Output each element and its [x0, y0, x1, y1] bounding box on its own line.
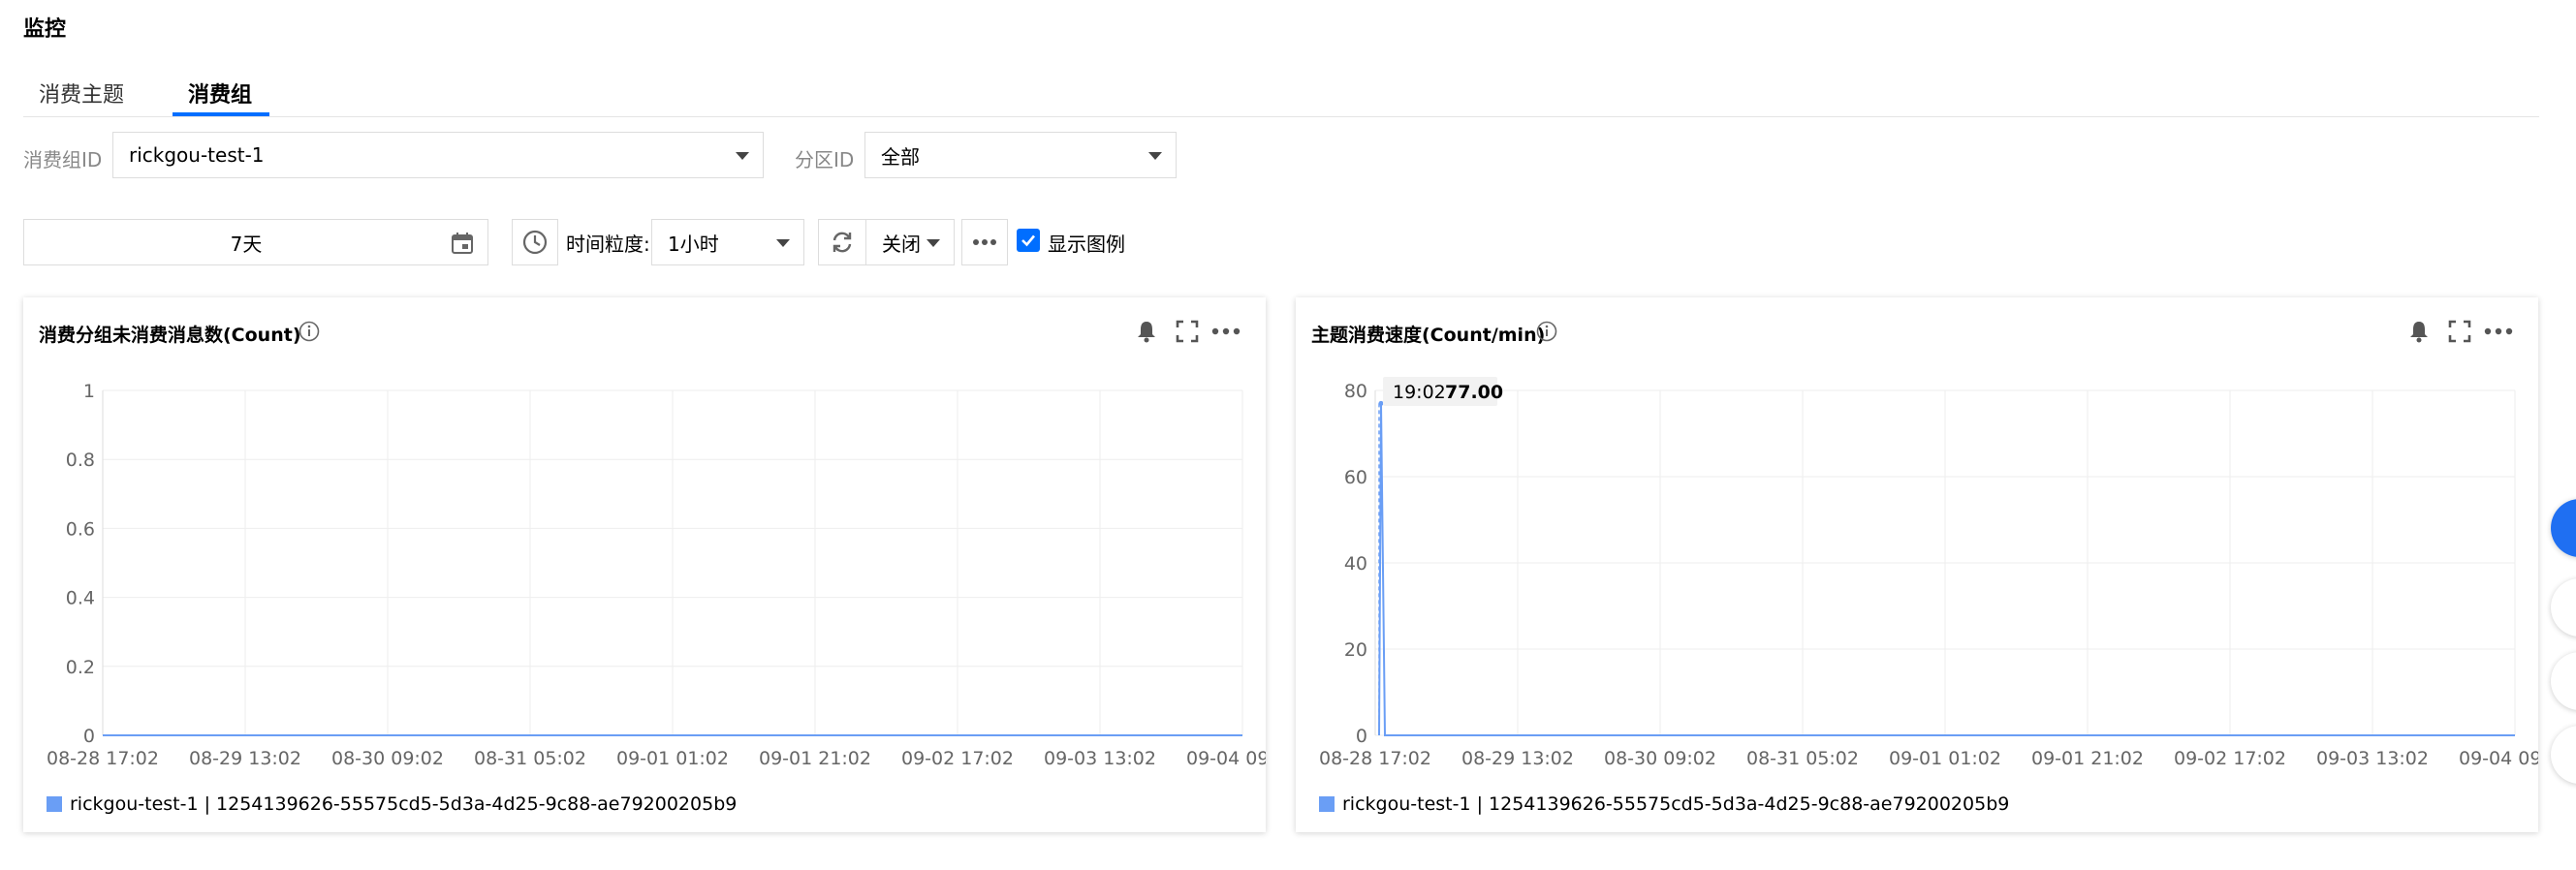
- x-tick-label: 09-04 09:02: [1186, 748, 1266, 769]
- x-tick-label: 09-01 21:02: [759, 748, 871, 769]
- x-tick-label: 09-01 01:02: [1889, 748, 2001, 769]
- show-legend-label: 显示图例: [1048, 233, 1125, 256]
- support-float-button[interactable]: [2551, 499, 2576, 557]
- show-legend-checkbox[interactable]: [1017, 229, 1040, 252]
- x-tick-label: 09-02 17:02: [901, 748, 1014, 769]
- y-tick-label: 0.2: [66, 657, 95, 678]
- auto-refresh-select[interactable]: 关闭: [865, 219, 955, 265]
- series-line: [1378, 403, 2515, 736]
- x-tick-label: 09-03 13:02: [2316, 748, 2429, 769]
- unconsumed-messages-chart: 0 0.2 0.4 0.6 0.8 1 08-28 17:02 08-29 13:02 08-3…: [47, 381, 1266, 769]
- granularity-label: 时间粒度:: [566, 233, 650, 256]
- legend-item[interactable]: rickgou-test-1 | 1254139626-55575cd5-5d3…: [1342, 793, 2009, 815]
- auto-refresh-value: 关闭: [882, 232, 921, 256]
- tab-consume-group[interactable]: 消费组: [188, 78, 252, 109]
- chart-panel-unconsumed: 消费分组未消费消息数(Count) 0 0.2 0.4 0.6 0.8 1 08-28 17…: [23, 297, 1266, 832]
- group-id-value: rickgou-test-1: [129, 143, 265, 167]
- link-float-button[interactable]: [2551, 578, 2576, 637]
- tooltip-time: 19:02: [1393, 382, 1446, 403]
- more-options-button[interactable]: [961, 219, 1008, 265]
- x-tick-label: 09-04 09:02: [2459, 748, 2538, 769]
- legend-item[interactable]: rickgou-test-1 | 1254139626-55575cd5-5d3…: [70, 793, 737, 815]
- y-tick-label: 40: [1344, 553, 1367, 575]
- page-title: 监控: [23, 17, 67, 42]
- x-tick-label: 08-29 13:02: [1461, 748, 1574, 769]
- y-tick-label: 80: [1344, 381, 1367, 402]
- doc-float-button[interactable]: [2551, 652, 2576, 710]
- chevron-down-icon: [1148, 152, 1162, 160]
- y-tick-label: 0.4: [66, 588, 95, 609]
- time-granularity-button[interactable]: [512, 219, 558, 265]
- y-tick-label: 0.6: [66, 518, 95, 540]
- x-tick-label: 08-28 17:02: [1319, 748, 1431, 769]
- y-tick-label: 0: [1356, 726, 1367, 747]
- y-tick-label: 1: [83, 381, 95, 402]
- chevron-down-icon: [736, 152, 749, 160]
- x-tick-label: 09-01 01:02: [616, 748, 729, 769]
- chart-panel-consume-speed: 主题消费速度(Count/min) 0 20 40 60 80 08-28 17:02 08…: [1296, 297, 2538, 832]
- group-id-select[interactable]: rickgou-test-1: [112, 132, 764, 178]
- consume-speed-chart: 0 20 40 60 80 08-28 17:02 08-29 13:02 08-30 09:…: [1319, 377, 2538, 769]
- partition-id-select[interactable]: 全部: [864, 132, 1177, 178]
- x-tick-label: 08-31 05:02: [474, 748, 586, 769]
- calendar-icon: [452, 233, 473, 254]
- refresh-button[interactable]: [818, 219, 866, 265]
- legend-swatch: [1319, 796, 1335, 812]
- x-tick-label: 08-31 05:02: [1746, 748, 1859, 769]
- refresh-icon: [832, 232, 852, 253]
- x-tick-label: 08-30 09:02: [331, 748, 444, 769]
- chevron-down-icon: [927, 239, 940, 247]
- group-id-label: 消费组ID: [23, 148, 103, 171]
- check-icon: [1021, 234, 1035, 247]
- partition-id-value: 全部: [881, 144, 920, 169]
- chevron-down-icon: [776, 239, 790, 247]
- y-tick-label: 0.8: [66, 450, 95, 471]
- data-point: [1378, 400, 1384, 406]
- list-float-button[interactable]: [2551, 726, 2576, 784]
- x-tick-label: 08-28 17:02: [47, 748, 159, 769]
- x-tick-label: 08-30 09:02: [1604, 748, 1716, 769]
- tab-consume-topic[interactable]: 消费主题: [39, 78, 124, 109]
- y-tick-label: 0: [83, 726, 95, 747]
- partition-id-label: 分区ID: [795, 148, 855, 171]
- granularity-value: 1小时: [668, 232, 719, 256]
- tooltip-value: 77.00: [1445, 382, 1503, 403]
- legend-swatch: [47, 796, 62, 812]
- tab-divider: [23, 116, 2539, 117]
- y-tick-label: 20: [1344, 639, 1367, 661]
- clock-icon: [522, 230, 548, 255]
- date-range-value: 7天: [230, 232, 263, 256]
- x-tick-label: 09-03 13:02: [1044, 748, 1156, 769]
- y-tick-label: 60: [1344, 467, 1367, 488]
- x-tick-label: 09-01 21:02: [2031, 748, 2144, 769]
- granularity-select[interactable]: 1小时: [651, 219, 804, 265]
- date-range-picker[interactable]: 7天: [23, 219, 488, 265]
- x-tick-label: 09-02 17:02: [2174, 748, 2286, 769]
- x-tick-label: 08-29 13:02: [189, 748, 301, 769]
- more-icon: [973, 239, 996, 245]
